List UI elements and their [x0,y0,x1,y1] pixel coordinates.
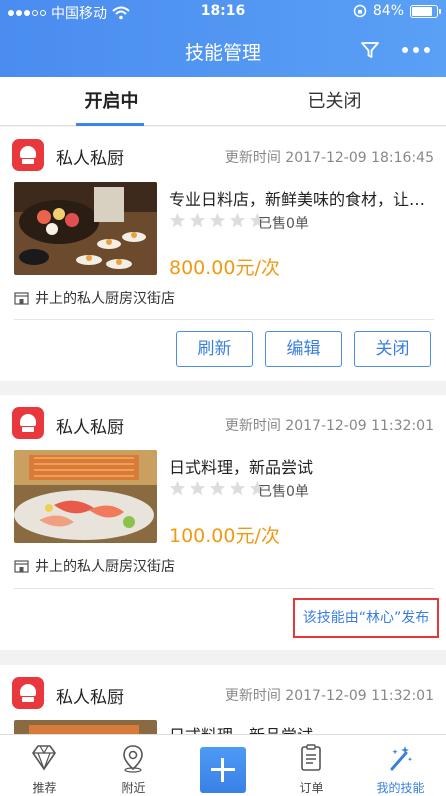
star-icon [209,212,226,228]
chef-hat-logo-icon [12,677,44,709]
nav-label: 我的技能 [376,781,425,795]
star-icon [189,212,206,228]
publisher-note: 该技能由“林心”发布 [293,598,439,638]
shop-name: 私人私厨 [56,688,124,708]
star-icon [169,480,186,496]
nav-label: 订单 [299,781,324,795]
food-photo [14,450,157,543]
divider [14,588,434,589]
filter-icon[interactable] [360,40,380,60]
star-icon [189,480,206,496]
star-icon [229,480,246,496]
chef-hat-logo-icon [12,407,44,439]
skill-description: 专业日料店，新鲜美味的食材，让您吃得放心 [169,190,434,209]
price: 100.00元/次 [169,525,280,547]
skill-description: 日式料理，新品尝试 [169,722,434,734]
skill-description: 日式料理，新品尝试 [169,458,314,477]
edit-button[interactable]: 编辑 [265,331,342,367]
battery-icon [410,4,441,18]
store-name: 井上的私人厨房汉街店 [35,291,175,307]
nav-nearby[interactable]: 附近 [89,735,178,796]
star-icon [209,480,226,496]
plus-icon[interactable] [200,747,246,793]
store-icon [14,292,29,305]
nav-label: 推荐 [32,781,57,795]
chef-hat-logo-icon [12,139,44,171]
divider [14,319,434,320]
store-name: 井上的私人厨房汉街店 [35,559,175,575]
skill-card[interactable]: 私人私厨 更新时间 2017-12-09 11:32:01 日式料理，新品尝试 [0,665,446,734]
app-header: 中国移动 18:16 84% 技能管理 [0,0,446,77]
nav-label: 附近 [121,781,146,795]
close-button[interactable]: 关闭 [354,331,431,367]
tab-open[interactable]: 开启中 [0,77,223,126]
update-time: 更新时间 2017-12-09 11:32:01 [224,688,434,704]
star-icon [169,212,186,228]
store-info: 井上的私人厨房汉街店 [14,556,175,576]
skill-card[interactable]: 私人私厨 更新时间 2017-12-09 11:32:01 日式料理，新品尝试 … [0,395,446,650]
shop-name: 私人私厨 [56,149,124,169]
bottom-nav: 推荐 附近 订单 我的技能 [0,734,446,796]
sold-count: 已售0单 [258,216,309,232]
store-info: 井上的私人厨房汉街店 [14,288,175,308]
star-icon [229,212,246,228]
diamond-icon [32,745,56,771]
battery-percent: 84% [372,3,404,19]
status-bar: 中国移动 18:16 84% [0,0,446,24]
status-tabs: 开启中 已关闭 [0,77,446,126]
rating-stars [169,212,266,229]
nav-recommend[interactable]: 推荐 [0,735,89,796]
price: 800.00元/次 [169,257,280,279]
sold-count: 已售0单 [258,484,309,500]
rotation-lock-icon [353,4,367,18]
location-pin-icon [123,745,143,773]
food-photo [14,182,157,275]
tab-closed[interactable]: 已关闭 [223,77,446,126]
store-icon [14,560,29,573]
update-time: 更新时间 2017-12-09 11:32:01 [224,418,434,434]
nav-orders[interactable]: 订单 [267,735,356,796]
nav-my-skills[interactable]: 我的技能 [356,735,445,796]
clipboard-icon [301,744,321,771]
refresh-button[interactable]: 刷新 [176,331,253,367]
skill-card[interactable]: 私人私厨 更新时间 2017-12-09 18:16:45 专业日料店，新鲜美味… [0,127,446,381]
shop-name: 私人私厨 [56,418,124,438]
update-time: 更新时间 2017-12-09 18:16:45 [224,150,434,166]
more-icon[interactable] [400,40,432,60]
rating-stars [169,480,266,497]
magic-wand-icon [390,746,413,771]
food-photo [14,720,157,734]
